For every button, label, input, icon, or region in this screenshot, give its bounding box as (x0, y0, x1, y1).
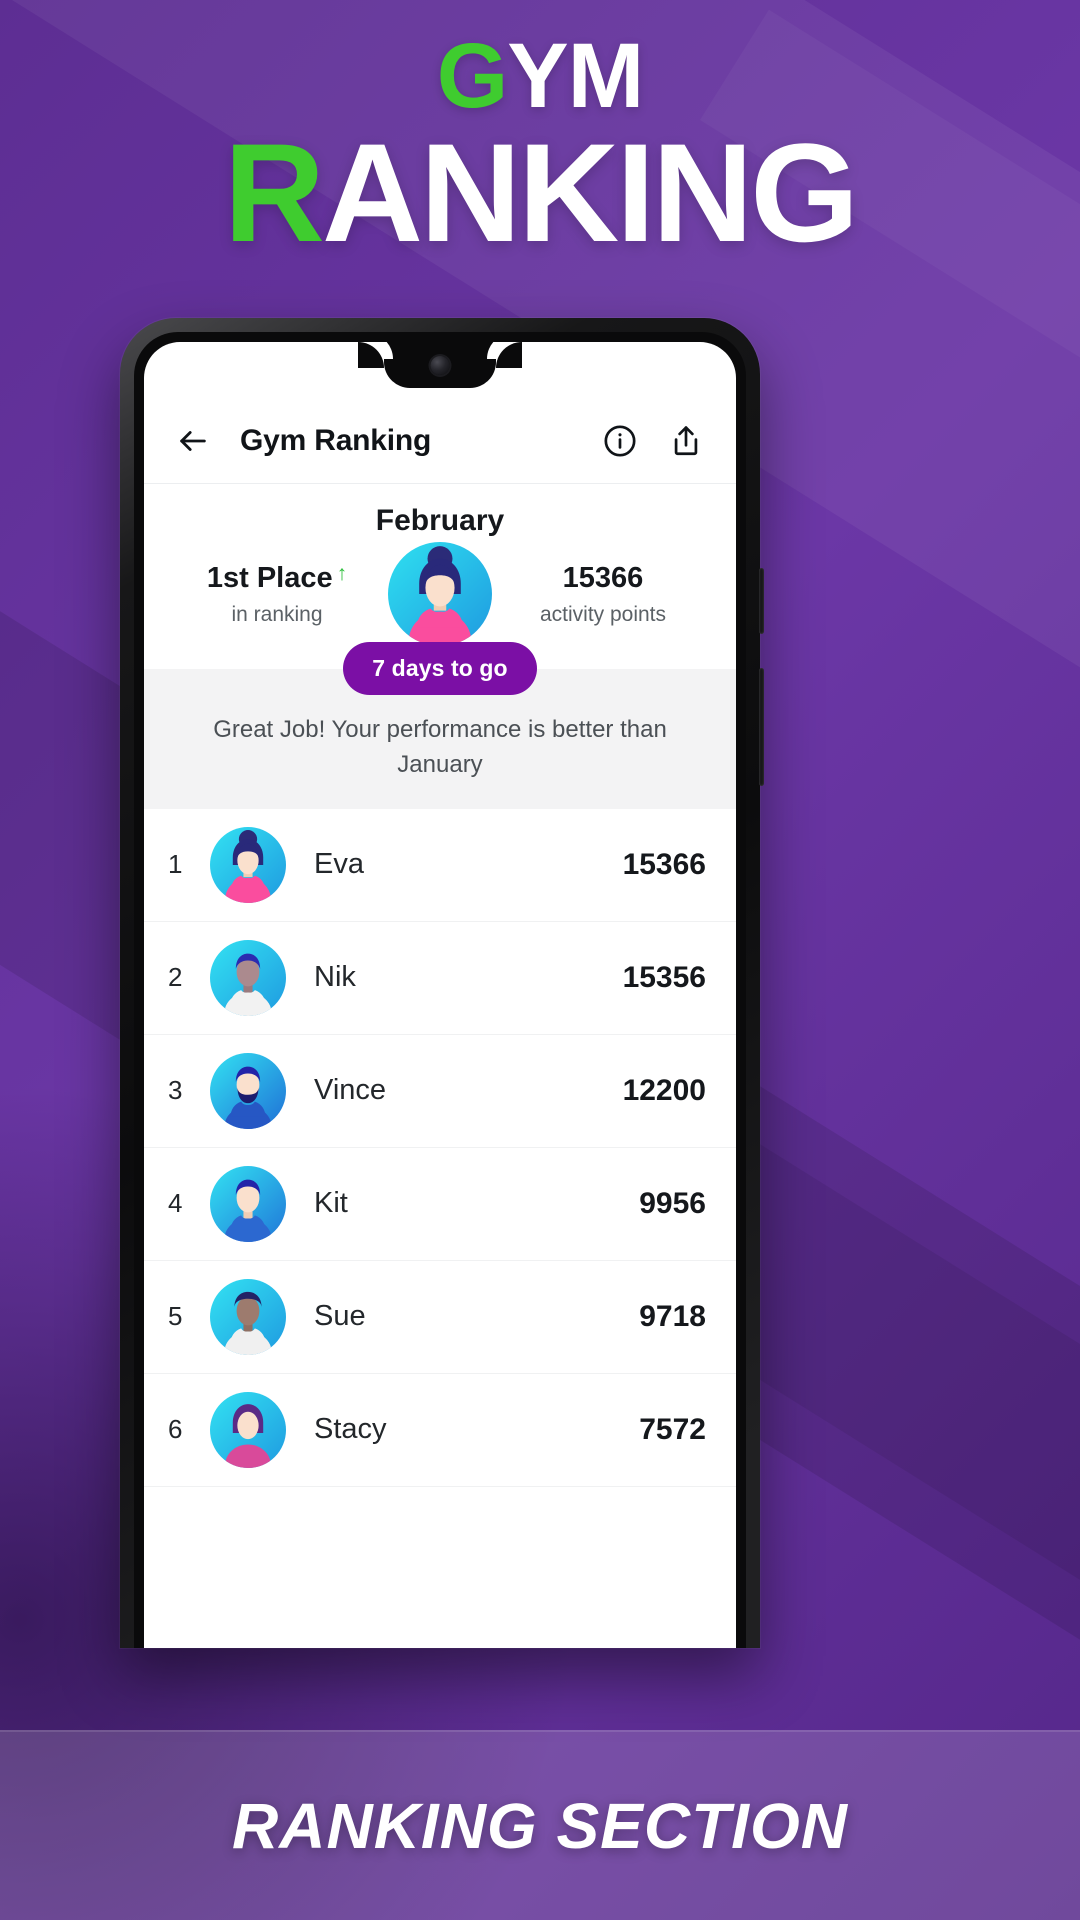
table-row[interactable]: 6 Stacy 7572 (144, 1374, 736, 1487)
headline-accent-g: G (436, 25, 509, 127)
place-stat: 1st Place ↑ in ranking (166, 562, 388, 627)
info-button[interactable] (596, 417, 644, 465)
avatar-eva-large-icon (388, 542, 492, 646)
avatar (210, 1052, 286, 1129)
summary-section: February 1st Place ↑ in ranking 15366 ac… (144, 484, 736, 809)
phone-screen: Gym Ranking February 1st Place ↑ in rank… (144, 342, 736, 1648)
row-rank: 6 (168, 1414, 183, 1445)
avatar (210, 1165, 286, 1242)
avatar-sue-icon (210, 1278, 286, 1355)
app-root: Gym Ranking February 1st Place ↑ in rank… (144, 342, 736, 1648)
row-points: 12200 (622, 1073, 706, 1107)
place-caption: in ranking (231, 602, 323, 626)
phone-mockup: Gym Ranking February 1st Place ↑ in rank… (120, 318, 764, 1648)
avatar (210, 939, 286, 1016)
row-name: Kit (314, 1187, 348, 1220)
row-rank: 4 (168, 1188, 183, 1219)
table-row[interactable]: 2 Nik 15356 (144, 922, 736, 1035)
trend-up-icon: ↑ (336, 561, 348, 585)
row-points: 9718 (639, 1299, 706, 1333)
phone-power-button[interactable] (759, 668, 764, 786)
page-title: Gym Ranking (240, 423, 432, 457)
countdown-badge[interactable]: 7 days to go (343, 642, 537, 695)
headline-rest-ym: YM (507, 25, 644, 127)
avatar (210, 1278, 286, 1355)
avatar-eva-icon (210, 826, 286, 903)
footer-ribbon: RANKING SECTION (0, 1730, 1080, 1920)
headline-accent-r: R (223, 113, 325, 271)
row-points: 15366 (622, 847, 706, 881)
headline-line-1: GYM (0, 30, 1080, 122)
hero-avatar (388, 542, 492, 646)
avatar-kit-icon (210, 1165, 286, 1242)
table-row[interactable]: 4 Kit 9956 (144, 1148, 736, 1261)
back-button[interactable] (170, 418, 216, 464)
poster-headline: GYM RANKING (0, 30, 1080, 262)
table-row[interactable]: 5 Sue 9718 (144, 1261, 736, 1374)
avatar-vince-icon (210, 1052, 286, 1129)
share-button[interactable] (662, 417, 710, 465)
points-value: 15366 (562, 561, 644, 594)
row-name: Eva (314, 848, 364, 881)
table-row[interactable]: 1 Eva 15366 (144, 809, 736, 922)
place-value-row: 1st Place ↑ (166, 562, 388, 595)
row-name: Nik (314, 961, 356, 994)
row-points: 7572 (639, 1412, 706, 1446)
row-points: 9956 (639, 1186, 706, 1220)
place-value: 1st Place (206, 561, 333, 594)
leaderboard-list: 1 Eva 15366 2 Nik 15356 3 Vince 12200 4 … (144, 808, 736, 1487)
avatar-stacy-icon (210, 1391, 286, 1468)
footer-ribbon-label: RANKING SECTION (232, 1790, 848, 1862)
phone-volume-button[interactable] (759, 568, 764, 634)
points-stat: 15366 activity points (492, 562, 714, 627)
row-name: Sue (314, 1300, 366, 1333)
info-circle-icon (604, 424, 636, 457)
avatar (210, 826, 286, 903)
row-rank: 2 (168, 962, 183, 993)
row-name: Vince (314, 1074, 387, 1107)
headline-rest-anking: ANKING (321, 113, 859, 271)
points-caption: activity points (539, 602, 667, 626)
phone-bezel: Gym Ranking February 1st Place ↑ in rank… (134, 332, 746, 1648)
row-rank: 1 (168, 849, 183, 880)
headline-line-2: RANKING (0, 122, 1080, 262)
table-row[interactable]: 3 Vince 12200 (144, 1035, 736, 1148)
row-name: Stacy (314, 1413, 387, 1446)
app-bar: Gym Ranking (144, 398, 736, 484)
avatar (210, 1391, 286, 1468)
front-camera-icon (430, 356, 450, 375)
arrow-left-icon (180, 430, 206, 451)
countdown-badge-wrap: 7 days to go (144, 642, 736, 695)
summary-stats: 1st Place ↑ in ranking 15366 activity po… (144, 538, 736, 646)
share-icon (674, 425, 698, 455)
month-label: February (375, 504, 505, 537)
row-rank: 3 (168, 1075, 183, 1106)
avatar-nik-icon (210, 939, 286, 1016)
row-rank: 5 (168, 1301, 183, 1332)
row-points: 15356 (622, 960, 706, 994)
